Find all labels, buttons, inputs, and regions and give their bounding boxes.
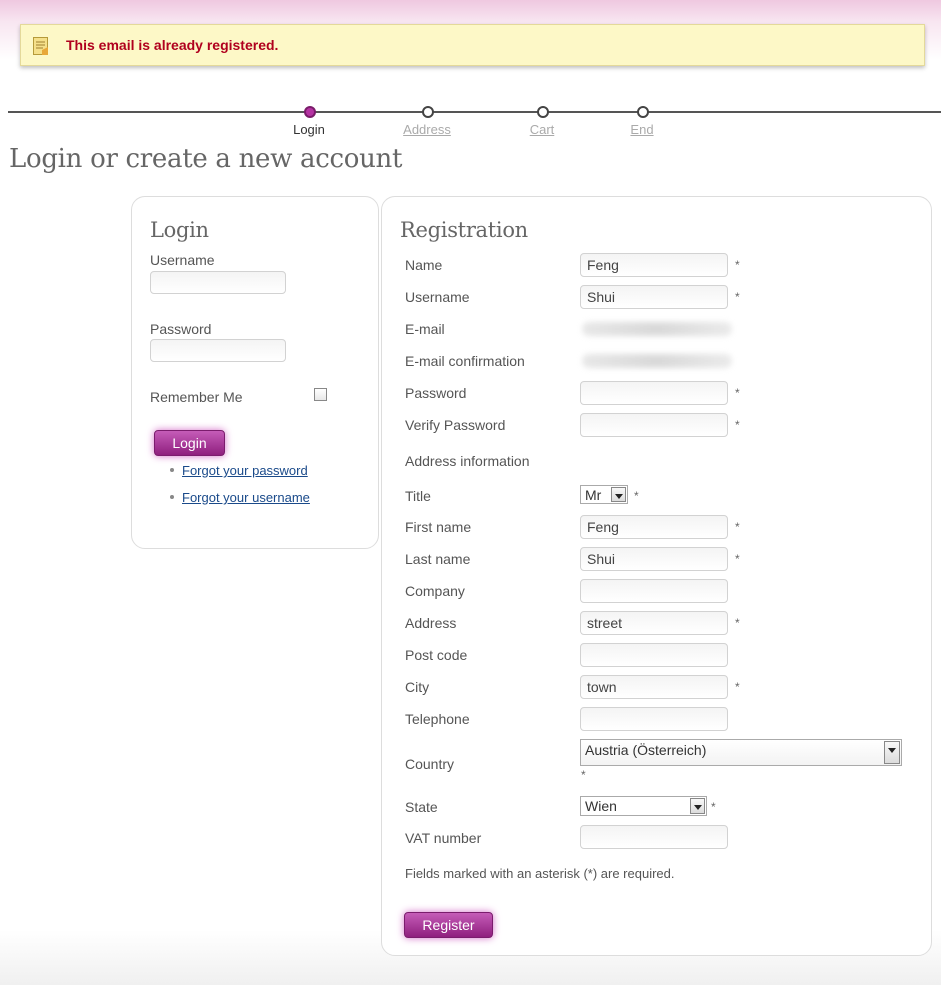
register-button[interactable]: Register — [404, 912, 493, 938]
chevron-down-icon — [611, 487, 626, 502]
login-username-label: Username — [150, 252, 215, 268]
step-end-link[interactable]: End — [630, 122, 653, 137]
title-label: Title — [405, 488, 431, 504]
post-code-label: Post code — [405, 647, 468, 663]
address-information-heading: Address information — [405, 453, 530, 469]
registration-title: Registration — [400, 218, 528, 242]
email-label: E-mail — [405, 321, 445, 337]
required-asterisk: * — [634, 489, 639, 503]
name-label: Name — [405, 257, 443, 273]
country-select-value: Austria (Österreich) — [585, 742, 707, 758]
login-password-input[interactable] — [150, 339, 286, 362]
first-name-input[interactable]: Feng — [580, 515, 728, 539]
required-asterisk: * — [735, 418, 740, 432]
required-asterisk: * — [735, 386, 740, 400]
remember-me-label: Remember Me — [150, 389, 243, 405]
required-asterisk: * — [735, 290, 740, 304]
verify-password-label: Verify Password — [405, 417, 506, 433]
username-input[interactable]: Shui — [580, 285, 728, 309]
checkout-progress-line — [8, 111, 941, 113]
state-select[interactable]: Wien — [580, 796, 707, 816]
required-asterisk: * — [735, 258, 740, 272]
telephone-label: Telephone — [405, 711, 470, 727]
country-select[interactable]: Austria (Österreich) — [580, 739, 902, 766]
telephone-input[interactable] — [580, 707, 728, 731]
forgot-username-link[interactable]: Forgot your username — [182, 490, 310, 505]
required-asterisk: * — [735, 680, 740, 694]
step-end-dot — [637, 106, 649, 118]
city-input[interactable]: town — [580, 675, 728, 699]
login-button[interactable]: Login — [154, 430, 225, 456]
step-login-dot — [304, 106, 316, 118]
step-address-dot — [422, 106, 434, 118]
login-username-input[interactable] — [150, 271, 286, 294]
title-select[interactable]: Mr — [580, 485, 628, 504]
password-label: Password — [405, 385, 467, 401]
title-select-value: Mr — [585, 487, 602, 503]
required-asterisk: * — [735, 616, 740, 630]
post-code-input[interactable] — [580, 643, 728, 667]
error-alert: This email is already registered. — [20, 24, 925, 66]
required-asterisk: * — [581, 768, 586, 782]
step-cart-link[interactable]: Cart — [530, 122, 555, 137]
step-login-label: Login — [293, 122, 325, 137]
login-password-label: Password — [150, 321, 212, 337]
username-label: Username — [405, 289, 470, 305]
step-cart-dot — [537, 106, 549, 118]
first-name-label: First name — [405, 519, 472, 535]
email-confirm-label: E-mail confirmation — [405, 353, 525, 369]
address-input[interactable]: street — [580, 611, 728, 635]
page-title: Login or create a new account — [9, 144, 403, 174]
last-name-input[interactable]: Shui — [580, 547, 728, 571]
state-select-value: Wien — [585, 798, 617, 814]
required-asterisk: * — [735, 552, 740, 566]
step-address-link[interactable]: Address — [403, 122, 451, 137]
required-asterisk: * — [735, 520, 740, 534]
country-label: Country — [405, 756, 455, 772]
company-label: Company — [405, 583, 465, 599]
email-input-blurred[interactable] — [582, 322, 732, 336]
state-label: State — [405, 799, 438, 815]
verify-password-input[interactable] — [580, 413, 728, 437]
chevron-down-icon — [884, 741, 900, 764]
bullet-icon — [170, 495, 174, 499]
remember-me-checkbox[interactable] — [314, 388, 327, 401]
last-name-label: Last name — [405, 551, 471, 567]
note-icon — [33, 37, 48, 55]
required-fields-note: Fields marked with an asterisk (*) are r… — [405, 866, 675, 881]
alert-message: This email is already registered. — [66, 37, 279, 53]
chevron-down-icon — [690, 798, 705, 814]
vat-number-input[interactable] — [580, 825, 728, 849]
company-input[interactable] — [580, 579, 728, 603]
password-input[interactable] — [580, 381, 728, 405]
required-asterisk: * — [711, 800, 716, 814]
city-label: City — [405, 679, 430, 695]
login-title: Login — [150, 218, 209, 242]
email-confirm-input-blurred[interactable] — [582, 354, 732, 368]
name-input[interactable]: Feng — [580, 253, 728, 277]
vat-number-label: VAT number — [405, 830, 482, 846]
address-label: Address — [405, 615, 457, 631]
bullet-icon — [170, 468, 174, 472]
forgot-password-link[interactable]: Forgot your password — [182, 463, 308, 478]
